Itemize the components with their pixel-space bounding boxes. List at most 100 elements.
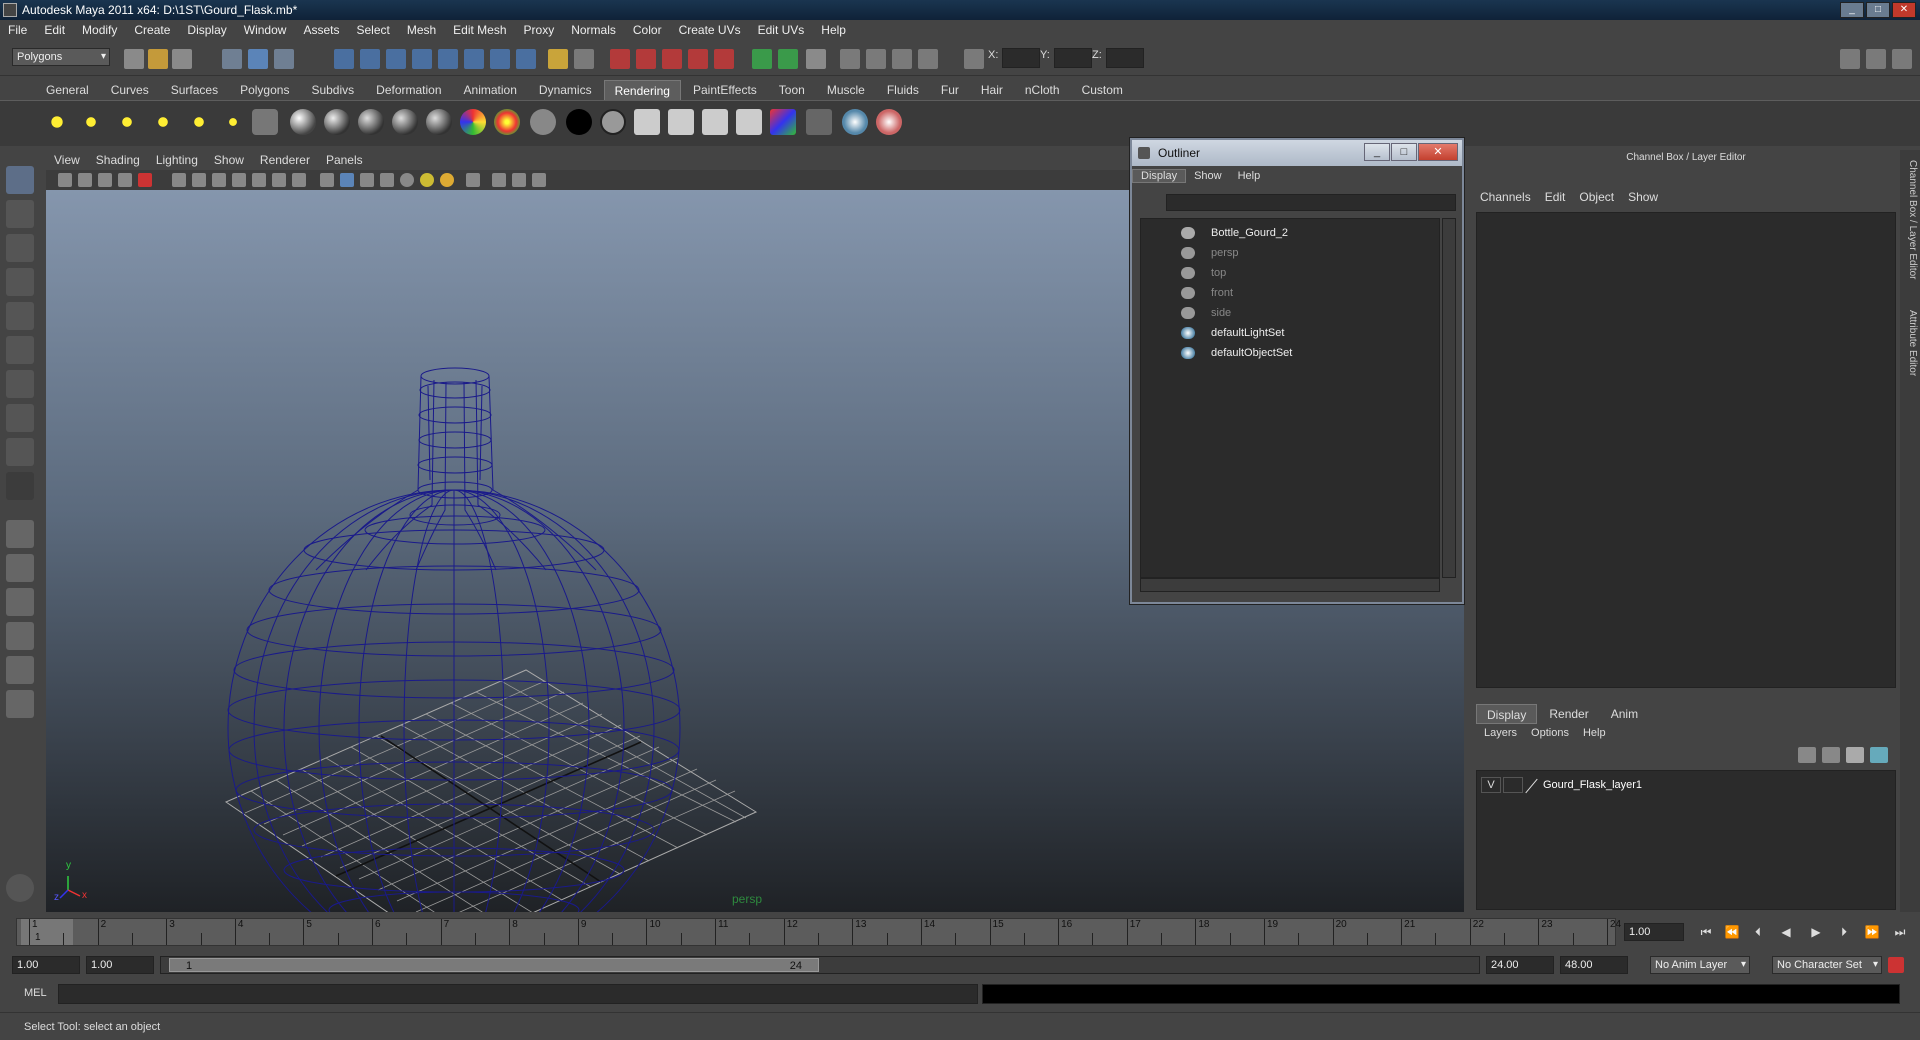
high-quality-icon[interactable]: [440, 173, 454, 187]
rotate-tool-icon[interactable]: [6, 302, 34, 330]
grid-icon[interactable]: [172, 173, 186, 187]
snap-grid-icon[interactable]: [610, 49, 630, 69]
menu-set-select[interactable]: Polygons: [12, 48, 110, 66]
snap-view-plane-icon[interactable]: [688, 49, 708, 69]
point-light-icon[interactable]: [114, 109, 140, 135]
character-set-select[interactable]: No Character Set: [1772, 956, 1882, 974]
spot-light-icon[interactable]: [150, 109, 176, 135]
select-misc-icon[interactable]: [516, 49, 536, 69]
viewport-menu-view[interactable]: View: [54, 153, 80, 167]
new-layer-icon[interactable]: [1846, 747, 1864, 763]
select-joint-icon[interactable]: [360, 49, 380, 69]
x-field[interactable]: [1002, 48, 1040, 68]
shelf-tab-polygons[interactable]: Polygons: [230, 80, 299, 100]
menu-normals[interactable]: Normals: [571, 23, 616, 37]
layer-display-type-toggle[interactable]: [1503, 777, 1523, 793]
mel-label[interactable]: MEL: [24, 987, 47, 999]
range-slider-bar[interactable]: 1 24: [160, 956, 1480, 974]
shelf-tab-subdivs[interactable]: Subdivs: [301, 80, 364, 100]
select-curve-icon[interactable]: [386, 49, 406, 69]
save-scene-icon[interactable]: [172, 49, 192, 69]
menu-edit-mesh[interactable]: Edit Mesh: [453, 23, 506, 37]
ipr-render-shelf-icon[interactable]: [668, 109, 694, 135]
shader-lambert-icon[interactable]: [392, 109, 418, 135]
two-d-pan-zoom-icon[interactable]: [138, 173, 152, 187]
move-layer-down-icon[interactable]: [1822, 747, 1840, 763]
animation-start-field[interactable]: 1.00: [12, 956, 80, 974]
gate-mask-icon[interactable]: [232, 173, 246, 187]
select-object-icon[interactable]: [248, 49, 268, 69]
ambient-light-icon[interactable]: [44, 109, 70, 135]
channel-box-menu-channels[interactable]: Channels: [1480, 190, 1531, 204]
outliner-filter-input[interactable]: [1166, 194, 1456, 211]
xray-components-icon[interactable]: [532, 173, 546, 187]
select-hierarchy-icon[interactable]: [222, 49, 242, 69]
select-tool-icon[interactable]: [6, 166, 34, 194]
menu-modify[interactable]: Modify: [82, 23, 117, 37]
z-field[interactable]: [1106, 48, 1144, 68]
menu-display[interactable]: Display: [187, 23, 226, 37]
range-slider-handle[interactable]: 1 24: [169, 958, 819, 972]
image-plane-icon[interactable]: [118, 173, 132, 187]
maximize-button[interactable]: □: [1866, 2, 1890, 18]
shelf-tab-surfaces[interactable]: Surfaces: [161, 80, 228, 100]
shader-use-background-icon[interactable]: [600, 109, 626, 135]
play-backwards-button[interactable]: ◀: [1776, 923, 1796, 941]
layer-color-swatch[interactable]: [1525, 777, 1539, 793]
shelf-tab-fur[interactable]: Fur: [931, 80, 969, 100]
isolate-select-icon[interactable]: [466, 173, 480, 187]
menu-edit[interactable]: Edit: [44, 23, 65, 37]
outliner-menu-display[interactable]: Display: [1132, 169, 1187, 183]
shader-phonge-icon[interactable]: [358, 109, 384, 135]
layer-menu-options[interactable]: Options: [1531, 727, 1569, 739]
shader-anisotropic-icon[interactable]: [426, 109, 452, 135]
shelf-tab-general[interactable]: General: [36, 80, 99, 100]
viewport-menu-lighting[interactable]: Lighting: [156, 153, 198, 167]
hypershade-icon[interactable]: [736, 109, 762, 135]
y-field[interactable]: [1054, 48, 1092, 68]
shelf-tab-ncloth[interactable]: nCloth: [1015, 80, 1070, 100]
uv-persp-layout-icon[interactable]: [6, 690, 34, 718]
layer-visibility-toggle[interactable]: V: [1481, 777, 1501, 793]
toggle-tool-settings-icon[interactable]: [1866, 49, 1886, 69]
step-forward-key-button[interactable]: ⏵: [1834, 923, 1854, 941]
highlight-selection-icon[interactable]: [574, 49, 594, 69]
shelf-tab-hair[interactable]: Hair: [971, 80, 1013, 100]
layer-tab-render[interactable]: Render: [1539, 704, 1598, 724]
bookmark-icon[interactable]: [98, 173, 112, 187]
minimize-button[interactable]: _: [1840, 2, 1864, 18]
shadows-icon[interactable]: [420, 173, 434, 187]
snap-point-icon[interactable]: [662, 49, 682, 69]
soft-mod-tool-icon[interactable]: [6, 404, 34, 432]
absolute-transform-icon[interactable]: [964, 49, 984, 69]
camera-setup-icon[interactable]: [252, 109, 278, 135]
xray-icon[interactable]: [492, 173, 506, 187]
viewport-menu-renderer[interactable]: Renderer: [260, 153, 310, 167]
safe-action-icon[interactable]: [272, 173, 286, 187]
graph-persp-layout-icon[interactable]: [6, 622, 34, 650]
hypershade-persp-layout-icon[interactable]: [6, 656, 34, 684]
layer-menu-layers[interactable]: Layers: [1484, 727, 1517, 739]
select-handle-icon[interactable]: [334, 49, 354, 69]
textured-icon[interactable]: [380, 173, 394, 187]
construction-history-icon[interactable]: [806, 49, 826, 69]
channel-box-menu-show[interactable]: Show: [1628, 190, 1658, 204]
new-layer-from-selected-icon[interactable]: [1870, 747, 1888, 763]
outliner-maximize-button[interactable]: □: [1391, 143, 1417, 161]
shelf-tab-curves[interactable]: Curves: [101, 80, 159, 100]
menu-help[interactable]: Help: [821, 23, 846, 37]
new-scene-icon[interactable]: [124, 49, 144, 69]
viewport-menu-panels[interactable]: Panels: [326, 153, 363, 167]
menu-edit-uvs[interactable]: Edit UVs: [758, 23, 805, 37]
shader-ramp-icon[interactable]: [494, 109, 520, 135]
open-scene-icon[interactable]: [148, 49, 168, 69]
make-live-icon[interactable]: [714, 49, 734, 69]
render-current-icon[interactable]: [866, 49, 886, 69]
safe-title-icon[interactable]: [292, 173, 306, 187]
single-pane-layout-icon[interactable]: [6, 520, 34, 548]
outliner-close-button[interactable]: ✕: [1418, 143, 1458, 161]
outliner-title-bar[interactable]: Outliner _ □ ✕: [1132, 140, 1462, 166]
camera-attributes-icon[interactable]: [78, 173, 92, 187]
toggle-channel-box-icon[interactable]: [1892, 49, 1912, 69]
wireframe-on-shaded-icon[interactable]: [360, 173, 374, 187]
